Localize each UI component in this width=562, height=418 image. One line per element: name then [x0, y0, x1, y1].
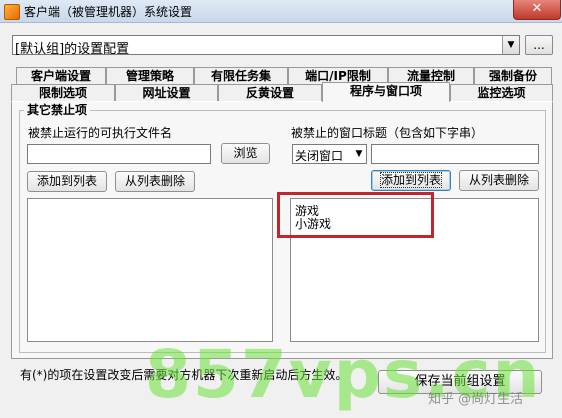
title-bar[interactable]: 客户端（被管理机器）系统设置 ✕	[0, 0, 562, 23]
window-title-input[interactable]	[371, 144, 539, 164]
close-button[interactable]: ✕	[513, 0, 561, 20]
exe-list-label: 被禁止运行的可执行文件名	[28, 126, 173, 140]
more-options-button[interactable]: ...	[525, 35, 553, 55]
tab-forced-backup[interactable]: 强制备份	[474, 67, 552, 84]
exe-name-input[interactable]	[27, 144, 211, 164]
add-window-title-button[interactable]: 添加到列表	[371, 170, 451, 191]
window-title: 客户端（被管理机器）系统设置	[24, 5, 193, 19]
browse-button[interactable]: 浏览	[221, 143, 270, 164]
group-title: 其它禁止项	[24, 101, 91, 118]
exe-list[interactable]	[27, 198, 273, 342]
tab-client-settings[interactable]: 客户端设置	[16, 67, 106, 84]
tab-monitor-options[interactable]: 监控选项	[450, 84, 553, 101]
chevron-down-icon[interactable]: ▼	[502, 36, 519, 54]
tab-anti-porn-settings[interactable]: 反黄设置	[218, 84, 322, 101]
tab-url-settings[interactable]: 网址设置	[115, 84, 218, 101]
app-icon	[4, 4, 20, 20]
tab-restriction-options[interactable]: 限制选项	[11, 84, 115, 101]
window-action-select[interactable]: 关闭窗口 ▼	[292, 144, 367, 164]
window-title-list-label: 被禁止的窗口标题（包含如下字串）	[291, 126, 484, 140]
watermark-credit: 知乎 @尚灯生活	[428, 392, 524, 407]
remove-exe-button[interactable]: 从列表删除	[115, 171, 195, 192]
group-config-value: [默认组]的设置配置	[15, 42, 130, 57]
remove-window-title-button[interactable]: 从列表删除	[459, 170, 539, 191]
window-action-value: 关闭窗口	[295, 149, 344, 163]
highlight-annotation	[277, 192, 434, 238]
group-config-select[interactable]: [默认组]的设置配置 ▼	[12, 35, 520, 57]
tab-management-policy[interactable]: 管理策略	[106, 67, 194, 84]
tab-limited-tasks[interactable]: 有限任务集	[194, 67, 288, 84]
add-exe-button[interactable]: 添加到列表	[27, 171, 107, 192]
tab-programs-windows[interactable]: 程序与窗口项	[322, 82, 450, 102]
chevron-down-icon[interactable]: ▼	[352, 145, 366, 163]
add-window-title-label: 添加到列表	[379, 172, 443, 188]
